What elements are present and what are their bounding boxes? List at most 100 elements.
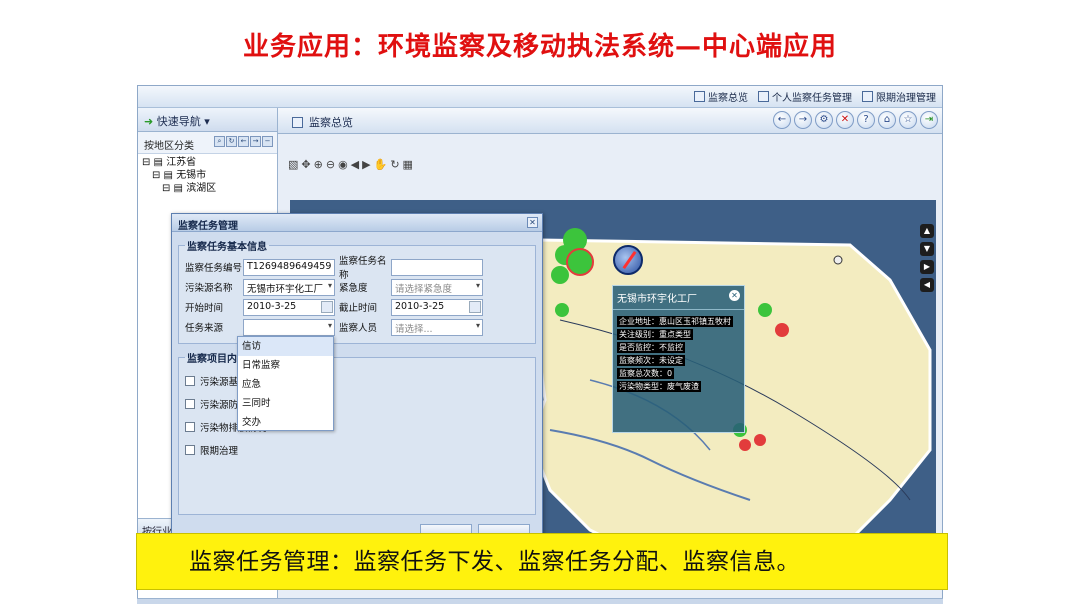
dialog-title-label: 监察任务管理 — [178, 221, 238, 232]
up-icon[interactable]: ▲ — [920, 224, 934, 238]
task-name-field[interactable] — [391, 258, 483, 276]
refresh-icon[interactable]: ↻ — [390, 158, 399, 171]
info-line: 监察总次数：0 — [617, 368, 675, 379]
sidebar-tools: ⌕ ↻ ← → − — [214, 136, 273, 147]
dropdown-option[interactable]: 日常监察 — [238, 356, 333, 375]
help-icon[interactable]: ? — [857, 111, 875, 129]
end-date-field[interactable]: 2010-3-25 — [391, 298, 483, 316]
form-row: 开始时间 2010-3-25 截止时间 2010-3-25 — [185, 297, 529, 317]
start-date-field[interactable]: 2010-3-25 — [243, 298, 335, 316]
info-window-title: 无锡市环宇化工厂 ✕ — [613, 286, 744, 310]
checkbox-row[interactable]: 限期治理 — [185, 438, 529, 461]
field-label: 监察人员 — [339, 323, 378, 334]
sidebar-header-label: 快速导航 — [156, 115, 201, 128]
origin-dropdown-list: 信访 日常监察 应急 三同时 交办 — [237, 336, 334, 431]
prev-extent-icon[interactable]: ◀ — [351, 158, 359, 171]
zoom-in-icon[interactable]: ⊕ — [314, 158, 323, 171]
right-icon[interactable]: ▶ — [920, 260, 934, 274]
settings-icon[interactable]: ⚙ — [815, 111, 833, 129]
factory-marker[interactable] — [775, 323, 789, 337]
factory-marker[interactable] — [758, 303, 772, 317]
tree-node-city[interactable]: ⊟ ▤ 无锡市 — [142, 169, 273, 182]
close-icon[interactable]: ✕ — [527, 217, 538, 228]
project-content-section: 监察项目内容 污染源基本 污染源防治 污染物排放情况 限期治理 — [178, 350, 536, 515]
field-value: 2010-3-25 — [395, 300, 445, 312]
field-label: 监察任务名称 — [339, 256, 387, 281]
dropdown-option[interactable]: 交办 — [238, 413, 333, 432]
next-extent-icon[interactable]: ▶ — [362, 158, 370, 171]
urgency-select[interactable]: 请选择紧急度 ▾ — [391, 278, 483, 296]
checkbox[interactable] — [185, 421, 195, 432]
down-icon[interactable]: ▼ — [920, 242, 934, 256]
legend-icon[interactable]: ▧ — [288, 158, 298, 171]
cluster-marker[interactable] — [551, 266, 569, 284]
top-link-overview[interactable]: 监察总览 — [694, 89, 748, 104]
field-label: 截止时间 — [339, 303, 378, 314]
hand-icon[interactable]: ✋ — [374, 158, 388, 171]
section-title: 监察任务基本信息 — [187, 242, 267, 253]
region-tree: ⊟ ▤ 江苏省 ⊟ ▤ 无锡市 ⊟ ▤ 滨湖区 — [138, 154, 277, 197]
layers-icon[interactable]: ▦ — [403, 158, 413, 171]
search-icon[interactable]: ⌕ — [214, 136, 225, 147]
staff-select[interactable]: 请选择... ▾ — [391, 318, 483, 336]
tree-node-label: 滨湖区 — [186, 183, 217, 194]
dropdown-option[interactable]: 应急 — [238, 375, 333, 394]
chevron-down-icon: ▾ — [475, 320, 480, 330]
top-link-deadline[interactable]: 限期治理管理 — [862, 89, 936, 104]
home-icon[interactable]: ⌂ — [878, 111, 896, 129]
factory-marker[interactable] — [739, 439, 751, 451]
user-icon — [758, 91, 769, 102]
top-link-label: 个人监察任务管理 — [772, 93, 852, 104]
origin-select[interactable]: ▾ — [243, 318, 335, 336]
top-bar: 监察总览 个人监察任务管理 限期治理管理 — [138, 86, 942, 108]
calendar-icon[interactable] — [321, 300, 333, 313]
calendar-icon[interactable] — [469, 300, 481, 313]
tree-node-district[interactable]: ⊟ ▤ 滨湖区 — [142, 182, 273, 195]
field-label: 任务来源 — [185, 323, 224, 334]
top-link-label: 监察总览 — [708, 93, 748, 104]
left-icon[interactable]: ◀ — [920, 278, 934, 292]
arrow-right-icon[interactable]: → — [250, 136, 261, 147]
main-title: 监察总览 — [292, 114, 353, 130]
top-link-personal-tasks[interactable]: 个人监察任务管理 — [758, 89, 852, 104]
sidebar-subheader-label: 按地区分类 — [144, 141, 194, 152]
deadline-icon — [862, 91, 873, 102]
compass-icon[interactable] — [613, 245, 643, 275]
task-no-field[interactable]: T1269489649459 — [243, 258, 335, 276]
sidebar-header[interactable]: ➜ 快速导航 ▾ — [138, 108, 277, 132]
zoom-out-icon[interactable]: ⊖ — [326, 158, 335, 171]
arrow-left-icon[interactable]: ← — [238, 136, 249, 147]
tree-node-province[interactable]: ⊟ ▤ 江苏省 — [142, 156, 273, 169]
top-links: 监察总览 个人监察任务管理 限期治理管理 — [694, 89, 936, 104]
star-icon[interactable]: ☆ — [899, 111, 917, 129]
overview-icon — [694, 91, 705, 102]
close-icon[interactable]: ✕ — [729, 290, 740, 301]
refresh-icon[interactable]: ↻ — [226, 136, 237, 147]
dropdown-option[interactable]: 信访 — [238, 337, 333, 356]
chevron-down-icon: ▾ — [327, 320, 332, 330]
info-line: 监察频次：未设定 — [617, 355, 685, 366]
cluster-marker[interactable] — [566, 248, 594, 276]
forward-icon[interactable]: → — [794, 111, 812, 129]
factory-marker[interactable] — [754, 434, 766, 446]
town-marker[interactable] — [833, 255, 843, 265]
arrow-right-icon: ➜ — [144, 115, 154, 128]
factory-marker[interactable] — [555, 303, 569, 317]
dropdown-option[interactable]: 三同时 — [238, 394, 333, 413]
back-icon[interactable]: ← — [773, 111, 791, 129]
source-name-field[interactable]: 无锡市环宇化工厂 ▾ — [243, 278, 335, 296]
globe-icon[interactable]: ◉ — [338, 158, 348, 171]
checkbox[interactable] — [185, 375, 195, 386]
checkbox[interactable] — [185, 398, 195, 409]
field-label: 污染源名称 — [185, 283, 233, 294]
pan-icon[interactable]: ✥ — [301, 158, 310, 171]
map-toolbar: ▧ ✥ ⊕ ⊖ ◉ ◀ ▶ ✋ ↻ ▦ — [288, 158, 413, 171]
exit-icon[interactable]: ⇥ — [920, 111, 938, 129]
checkbox[interactable] — [185, 444, 195, 455]
collapse-icon[interactable]: − — [262, 136, 273, 147]
info-line: 关注级别：重点类型 — [617, 329, 693, 340]
close-icon[interactable]: ✕ — [836, 111, 854, 129]
chevron-down-icon: ▾ — [327, 280, 332, 290]
field-label: 监察任务编号 — [185, 263, 243, 274]
info-window-lines: 企业地址：惠山区玉祁镇五牧村 关注级别：重点类型 是否监控：不监控 监察频次：未… — [613, 310, 744, 392]
